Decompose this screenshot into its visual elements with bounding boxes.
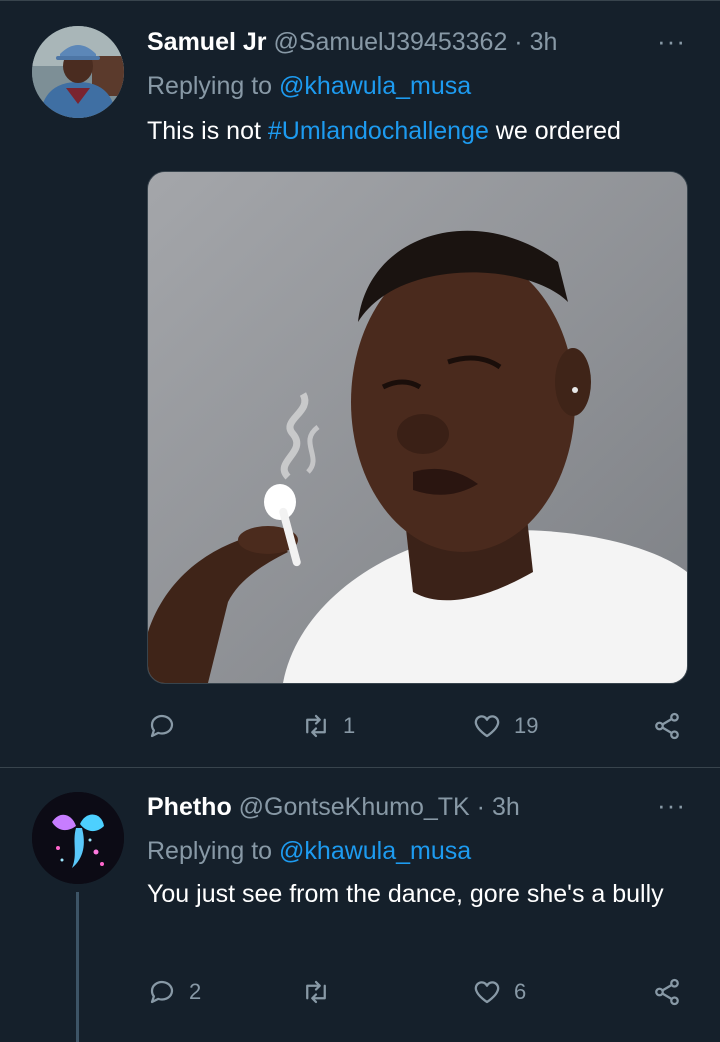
replying-to: Replying to @khawula_musa [147, 837, 471, 866]
share-button[interactable] [652, 972, 682, 1012]
timestamp[interactable]: 3h [530, 28, 558, 56]
separator-dot: · [514, 28, 523, 56]
avatar[interactable] [32, 792, 124, 884]
share-icon [655, 978, 679, 1006]
reply-button[interactable]: 2 [147, 972, 201, 1012]
like-button[interactable]: 19 [472, 706, 538, 746]
retweet-icon [306, 980, 326, 1004]
display-name[interactable]: Phetho [147, 793, 232, 821]
tweet-header: Phetho @GontseKhumo_TK · 3h [147, 793, 520, 829]
more-icon[interactable]: ··· [657, 26, 686, 57]
reply-count: 2 [189, 979, 202, 1004]
thread-line [76, 892, 79, 1042]
share-icon [655, 712, 679, 740]
reply-icon [150, 714, 174, 738]
tweet-samuel[interactable]: Samuel Jr @SamuelJ39453362 · 3h ··· Repl… [0, 0, 720, 767]
more-icon[interactable]: ··· [657, 790, 686, 821]
like-button[interactable]: 6 [472, 972, 526, 1012]
user-handle[interactable]: @GontseKhumo_TK [239, 793, 470, 821]
replying-to-link[interactable]: @khawula_musa [279, 837, 471, 865]
retweet-count: 1 [343, 713, 356, 738]
timestamp[interactable]: 3h [492, 793, 520, 821]
tweet-text: You just see from the dance, gore she's … [147, 880, 664, 908]
like-count: 19 [514, 713, 539, 738]
tweet-actions: 2 6 [147, 972, 692, 1012]
tweet-phetho[interactable]: Phetho @GontseKhumo_TK · 3h ··· Replying… [0, 768, 720, 1042]
reply-icon [150, 980, 174, 1004]
tweet-image[interactable] [147, 171, 688, 684]
replying-to-label: Replying to [147, 72, 273, 100]
like-icon [474, 715, 500, 738]
reply-button[interactable] [147, 706, 189, 746]
retweet-icon [306, 714, 326, 738]
retweet-button[interactable]: 1 [301, 706, 355, 746]
like-icon [474, 981, 500, 1004]
separator-dot: · [476, 793, 485, 821]
replying-to-label: Replying to [147, 837, 273, 865]
tweet-text-end: we ordered [488, 117, 621, 145]
tweet-text: This is not #Umlandochallenge we ordered [147, 111, 687, 151]
retweet-button[interactable] [301, 972, 343, 1012]
like-count: 6 [514, 979, 527, 1004]
user-handle[interactable]: @SamuelJ39453362 [273, 28, 507, 56]
hashtag-link[interactable]: #Umlandochallenge [268, 117, 489, 145]
share-button[interactable] [652, 706, 682, 746]
tweet-actions: 1 19 [147, 706, 692, 746]
replying-to-link[interactable]: @khawula_musa [279, 72, 471, 100]
replying-to: Replying to @khawula_musa [147, 72, 471, 101]
tweet-text-start: This is not [147, 117, 268, 145]
tweet-header: Samuel Jr @SamuelJ39453362 · 3h [147, 28, 557, 64]
display-name[interactable]: Samuel Jr [147, 28, 267, 56]
avatar[interactable] [32, 26, 124, 118]
